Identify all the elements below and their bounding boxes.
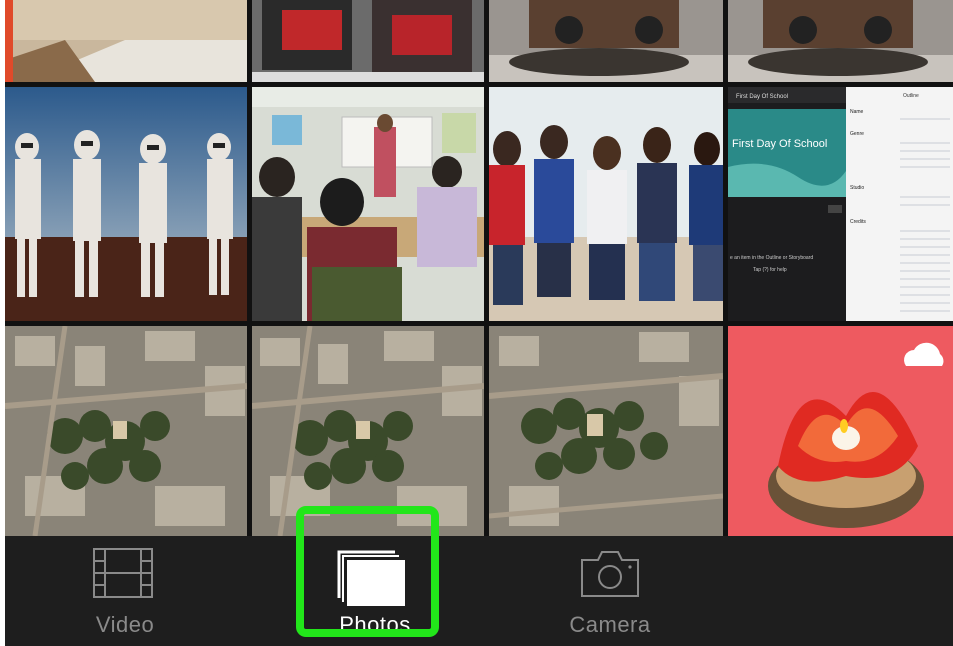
photo-thumbnail[interactable] — [728, 0, 953, 82]
photo-thumbnail[interactable] — [489, 87, 723, 321]
film-strip-icon — [93, 548, 153, 598]
photo-grid: First Day Of School First Day Of School … — [5, 0, 953, 536]
tab-camera[interactable]: Camera — [550, 536, 670, 646]
tab-photos[interactable]: Photos — [297, 536, 453, 646]
photo-thumbnail[interactable] — [5, 326, 247, 536]
photo-thumbnail[interactable] — [489, 0, 723, 82]
thumbnail-section: Name — [850, 109, 864, 115]
thumbnail-header: First Day Of School — [736, 94, 788, 100]
photo-thumbnail[interactable] — [5, 87, 247, 321]
thumbnail-panel-tab: Outline — [903, 93, 919, 99]
camera-icon — [581, 551, 639, 597]
photo-thumbnail[interactable] — [252, 87, 484, 321]
photo-thumbnail[interactable] — [5, 0, 247, 82]
tab-video[interactable]: Video — [65, 536, 185, 646]
photo-thumbnail[interactable] — [252, 0, 484, 82]
thumbnail-section: Studio — [850, 185, 864, 191]
stacked-photos-icon — [337, 550, 405, 606]
tab-video-label: Video — [95, 612, 155, 637]
photo-thumbnail[interactable] — [252, 326, 484, 536]
app-screenshot-thumbnail[interactable]: First Day Of School First Day Of School … — [728, 87, 953, 321]
thumbnail-help: Tap (?) for help — [753, 267, 787, 273]
app-window: First Day Of School First Day Of School … — [5, 0, 953, 646]
tab-camera-label: Camera — [569, 612, 651, 637]
thumbnail-section: Credits — [850, 219, 866, 225]
tab-photos-label: Photos — [339, 612, 411, 637]
thumbnail-section: Genre — [850, 131, 864, 137]
bottom-tab-bar: Video Photos Camera — [5, 536, 953, 646]
photo-thumbnail[interactable] — [728, 326, 953, 536]
photo-thumbnail[interactable] — [489, 326, 723, 536]
thumbnail-slide-title: First Day Of School — [732, 138, 827, 150]
thumbnail-hint: e an item in the Outline or Storyboard — [730, 255, 813, 261]
